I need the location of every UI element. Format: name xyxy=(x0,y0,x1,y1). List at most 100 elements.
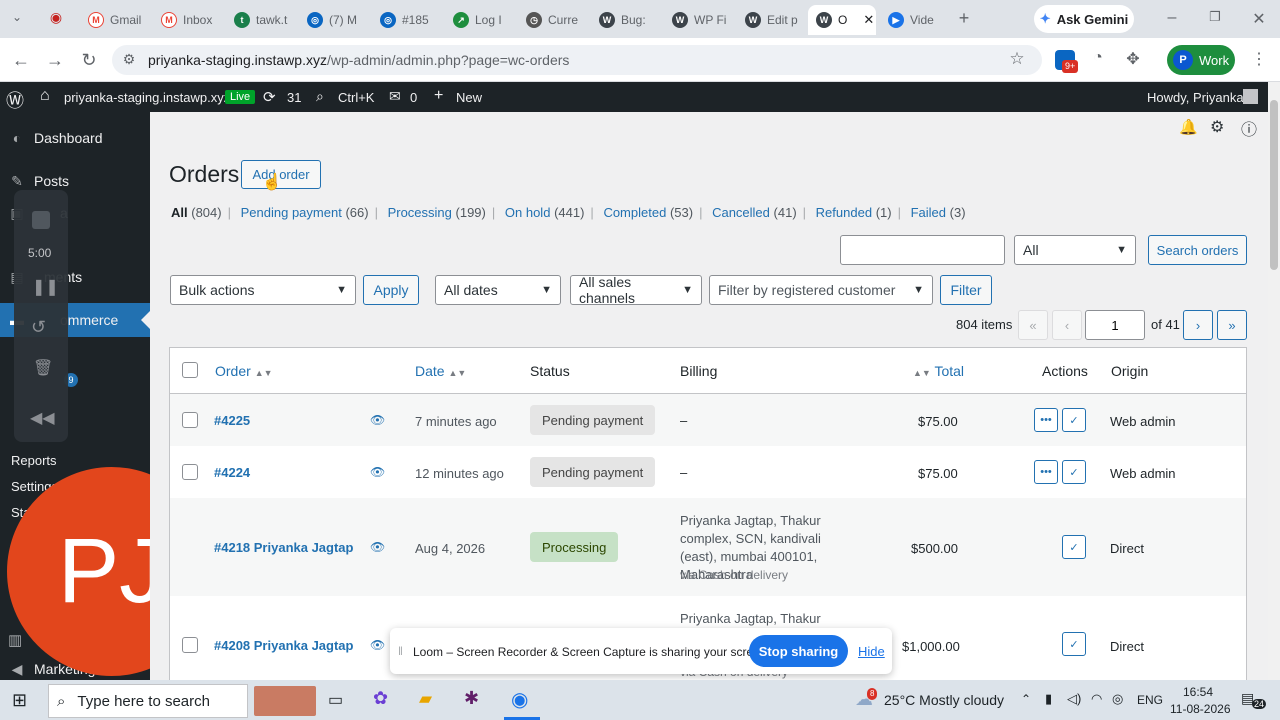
prev-page-button[interactable]: ‹ xyxy=(1052,310,1082,340)
new-content-link[interactable]: New xyxy=(456,90,482,105)
user-avatar[interactable] xyxy=(1243,89,1258,104)
filter-button[interactable]: Filter xyxy=(940,275,992,305)
filter-failed[interactable]: Failed (3) xyxy=(911,205,966,220)
comments-count[interactable]: 0 xyxy=(410,90,417,105)
howdy-user[interactable]: Howdy, Priyanka xyxy=(1147,90,1244,105)
minimize-icon[interactable]: – xyxy=(1160,9,1184,27)
settings-gear-icon[interactable]: ⚙ xyxy=(1210,117,1224,137)
search-orders-input[interactable] xyxy=(840,235,1005,265)
command-palette-shortcut[interactable]: Ctrl+K xyxy=(338,90,374,105)
filter-pending-payment[interactable]: Pending payment (66) xyxy=(241,205,369,220)
preview-eye-icon[interactable]: 👁 xyxy=(370,540,385,554)
browser-tab-active[interactable]: W O ✕ xyxy=(808,5,876,35)
sales-channel-select[interactable]: All sales channels ▼ xyxy=(570,274,702,306)
browser-tab[interactable]: W WP Fi xyxy=(664,5,734,35)
first-page-button[interactable]: « xyxy=(1018,310,1048,340)
row-checkbox[interactable] xyxy=(182,637,198,653)
window-close-icon[interactable]: ✕ xyxy=(1247,9,1271,29)
scrollbar-thumb[interactable] xyxy=(1270,100,1278,270)
bookmark-star-icon[interactable]: ☆ xyxy=(1005,49,1029,69)
table-row[interactable]: #4225 👁 7 minutes ago Pending payment – … xyxy=(170,394,1246,446)
select-all-checkbox[interactable] xyxy=(182,362,198,378)
ask-gemini-button[interactable]: ✦ Ask Gemini xyxy=(1034,5,1134,33)
browser-tab[interactable]: t tawk.t xyxy=(226,5,296,35)
submenu-reports[interactable]: Reports xyxy=(11,453,57,468)
order-link[interactable]: #4208 Priyanka Jagtap xyxy=(214,638,353,653)
record-icon[interactable]: ◉ xyxy=(44,9,68,26)
performance-icon[interactable]: ◔ xyxy=(1086,49,1110,67)
browser-tab[interactable]: M Inbox xyxy=(153,5,223,35)
file-explorer-icon[interactable]: ▰ xyxy=(419,689,432,709)
bulk-actions-select[interactable]: Bulk actions ▼ xyxy=(170,275,356,305)
help-icon[interactable]: ⓘ xyxy=(1241,116,1257,140)
weather-text[interactable]: 25°C Mostly cloudy xyxy=(884,692,1004,708)
filter-processing[interactable]: Processing (199) xyxy=(388,205,486,220)
preview-eye-icon[interactable]: 👁 xyxy=(370,465,385,479)
preview-eye-icon[interactable]: 👁 xyxy=(370,413,385,427)
sort-total-header[interactable]: ▲▼ Total xyxy=(913,363,964,379)
sort-date-header[interactable]: Date ▲▼ xyxy=(415,363,466,379)
reload-icon[interactable]: ↻ xyxy=(77,50,101,71)
filter-refunded[interactable]: Refunded (1) xyxy=(816,205,892,220)
drag-handle-icon[interactable]: ‖ xyxy=(398,644,403,658)
complete-check-icon[interactable]: ✓ xyxy=(1062,408,1086,432)
extensions-puzzle-icon[interactable]: ✥ xyxy=(1121,49,1145,69)
more-actions-icon[interactable]: ••• xyxy=(1034,408,1058,432)
filter-all[interactable]: All (804) xyxy=(171,205,222,220)
trash-icon[interactable]: 🗑 xyxy=(33,358,53,378)
search-scope-select[interactable]: All ▼ xyxy=(1014,235,1136,265)
preview-eye-icon[interactable]: 👁 xyxy=(370,638,385,652)
table-row[interactable]: #4224 👁 12 minutes ago Pending payment –… xyxy=(170,446,1246,498)
notifications-icon[interactable]: 🔔 xyxy=(1179,118,1198,136)
wifi-icon[interactable]: ◠ xyxy=(1091,691,1102,707)
hide-link[interactable]: Hide xyxy=(858,644,885,659)
browser-menu-icon[interactable]: ⋮ xyxy=(1247,49,1271,69)
search-orders-button[interactable]: Search orders xyxy=(1148,235,1247,265)
filter-completed[interactable]: Completed (53) xyxy=(603,205,693,220)
restore-icon[interactable]: ❐ xyxy=(1203,9,1227,25)
current-page-input[interactable] xyxy=(1085,310,1145,340)
site-info-icon[interactable]: ⚙ xyxy=(117,51,141,68)
complete-check-icon[interactable]: ✓ xyxy=(1062,460,1086,484)
more-actions-icon[interactable]: ••• xyxy=(1034,460,1058,484)
browser-tab[interactable]: ▶ Vide xyxy=(880,5,950,35)
table-row[interactable]: #4218 Priyanka Jagtap 👁 Aug 4, 2026 Proc… xyxy=(170,498,1246,596)
sort-order-header[interactable]: Order ▲▼ xyxy=(215,363,273,379)
language-indicator[interactable]: ENG xyxy=(1137,693,1163,707)
complete-check-icon[interactable]: ✓ xyxy=(1062,535,1086,559)
tray-chevron-icon[interactable]: ⌃ xyxy=(1021,692,1031,706)
updates-icon[interactable]: ⟳ xyxy=(263,88,276,106)
stop-sharing-button[interactable]: Stop sharing xyxy=(749,635,848,667)
taskbar-search[interactable]: ⌕ Type here to search xyxy=(48,684,248,718)
browser-tab[interactable]: ◷ Curre xyxy=(518,5,588,35)
profile-button[interactable]: P Work xyxy=(1167,45,1235,75)
forward-icon[interactable]: → xyxy=(43,50,67,71)
clock-date[interactable]: 11-08-2026 xyxy=(1170,702,1231,716)
wordpress-logo-icon[interactable]: Ⓦ xyxy=(6,87,24,113)
complete-check-icon[interactable]: ✓ xyxy=(1062,632,1086,656)
chrome-icon[interactable]: ◉ xyxy=(511,687,528,712)
menu-dashboard[interactable]: ◐ Dashboard xyxy=(0,121,150,155)
restart-icon[interactable]: ↺ xyxy=(31,317,46,338)
widget-city-icon[interactable] xyxy=(254,686,316,716)
row-checkbox[interactable] xyxy=(182,412,198,428)
last-page-button[interactable]: » xyxy=(1217,310,1247,340)
windows-start-icon[interactable]: ⊞ xyxy=(12,690,27,711)
browser-tab[interactable]: ◎ (7) M xyxy=(299,5,369,35)
browser-tab[interactable]: W Bug: xyxy=(591,5,661,35)
pause-icon[interactable]: ❚❚ xyxy=(32,277,59,297)
copilot-icon[interactable]: ✿ xyxy=(373,688,388,709)
collapse-icon[interactable]: ◀◀ xyxy=(30,408,55,428)
row-checkbox[interactable] xyxy=(182,464,198,480)
browser-tab[interactable]: W Edit p xyxy=(737,5,807,35)
customer-filter-select[interactable]: Filter by registered customer ▼ xyxy=(709,275,933,305)
browser-tab[interactable]: M Gmail xyxy=(80,5,150,35)
next-page-button[interactable]: › xyxy=(1183,310,1213,340)
new-tab-icon[interactable]: + xyxy=(952,8,976,29)
order-link[interactable]: #4224 xyxy=(214,465,250,480)
plus-icon[interactable]: + xyxy=(434,87,443,105)
filter-on-hold[interactable]: On hold (441) xyxy=(505,205,585,220)
back-icon[interactable]: ← xyxy=(9,50,33,71)
volume-icon[interactable]: ◁) xyxy=(1067,691,1081,707)
tab-search-chevron-icon[interactable]: ⌄ xyxy=(5,10,29,24)
